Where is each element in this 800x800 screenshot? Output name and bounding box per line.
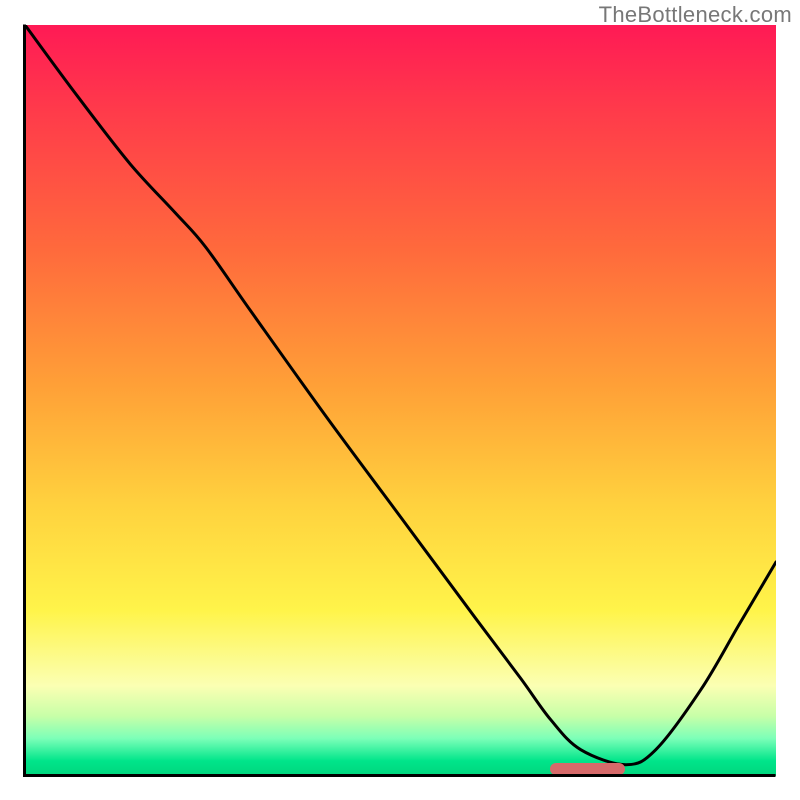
chart-root: TheBottleneck.com	[0, 0, 800, 800]
plot-area	[25, 25, 776, 776]
optimal-zone-marker	[550, 763, 625, 775]
watermark-text: TheBottleneck.com	[599, 2, 792, 28]
bottleneck-curve	[25, 25, 776, 776]
